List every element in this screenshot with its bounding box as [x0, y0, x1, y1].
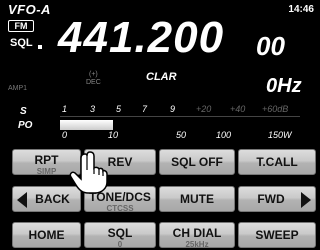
- ch-dial-button-sublabel: 25kHz: [185, 240, 209, 249]
- home-button-label: HOME: [28, 228, 65, 242]
- s-tick: 7: [142, 104, 148, 114]
- po-bar-fill: [60, 120, 113, 130]
- mode-badge[interactable]: FM: [8, 20, 34, 32]
- po-tick: 0: [62, 130, 68, 140]
- dec-indicator: (+) DEC: [86, 71, 101, 87]
- po-tick: 10: [108, 130, 119, 140]
- meter: S PO 1 3 5 7 9 +20 +40 +60dB 0 10 50 100…: [10, 104, 310, 144]
- po-tick: 50: [176, 130, 187, 140]
- sql-button[interactable]: SQL 0: [84, 222, 156, 249]
- s-tick: +60dB: [262, 104, 289, 114]
- sql-button-sublabel: 0: [117, 240, 123, 249]
- plus-minus-label: (+): [89, 71, 98, 78]
- sql-off-button[interactable]: SQL OFF: [159, 149, 235, 175]
- po-tick: 100: [216, 130, 232, 140]
- ch-dial-button[interactable]: CH DIAL 25kHz: [159, 222, 235, 249]
- home-button[interactable]: HOME: [12, 222, 81, 248]
- sql-button-label: SQL: [107, 226, 133, 240]
- t-call-button[interactable]: T.CALL: [238, 149, 316, 175]
- fwd-button[interactable]: FWD: [238, 186, 316, 212]
- sweep-button[interactable]: SWEEP: [238, 222, 316, 248]
- ch-dial-button-label: CH DIAL: [172, 226, 222, 240]
- s-tick: 3: [90, 104, 96, 114]
- t-call-button-label: T.CALL: [256, 155, 298, 169]
- s-tick: 5: [116, 104, 122, 114]
- s-tick: +40: [230, 104, 246, 114]
- sql-indicator: [38, 45, 42, 49]
- fwd-button-label: FWD: [257, 192, 285, 206]
- radio-display: VFO-A 14:46 FM SQL 441.200 00 AMP1 (+) D…: [0, 0, 320, 250]
- frequency-main[interactable]: 441.200: [58, 14, 224, 62]
- s-tick: 9: [170, 104, 176, 114]
- clar-offset: 0Hz: [266, 75, 302, 97]
- frequency-small[interactable]: 00: [256, 32, 285, 60]
- hand-pointer-icon: [69, 151, 108, 194]
- clock: 14:46: [288, 4, 314, 15]
- sql-label: SQL: [10, 37, 33, 49]
- s-tick: +20: [196, 104, 212, 114]
- po-tick: 150W: [268, 130, 292, 140]
- mute-button-label: MUTE: [180, 192, 214, 206]
- s-meter-label: S: [20, 106, 27, 117]
- sql-off-button-label: SQL OFF: [171, 155, 223, 169]
- clar-label: CLAR: [146, 71, 177, 83]
- tone-dcs-button-sublabel: CTCSS: [106, 204, 134, 213]
- amp-indicator: AMP1: [8, 85, 28, 92]
- s-tick: 1: [62, 104, 68, 114]
- vfo-label: VFO-A: [8, 2, 51, 17]
- mute-button[interactable]: MUTE: [159, 186, 235, 212]
- sweep-button-label: SWEEP: [255, 228, 299, 242]
- dec-label: DEC: [86, 79, 101, 86]
- po-bar-track: [60, 120, 300, 130]
- po-meter-label: PO: [18, 120, 33, 131]
- meter-scale-line: [60, 116, 300, 117]
